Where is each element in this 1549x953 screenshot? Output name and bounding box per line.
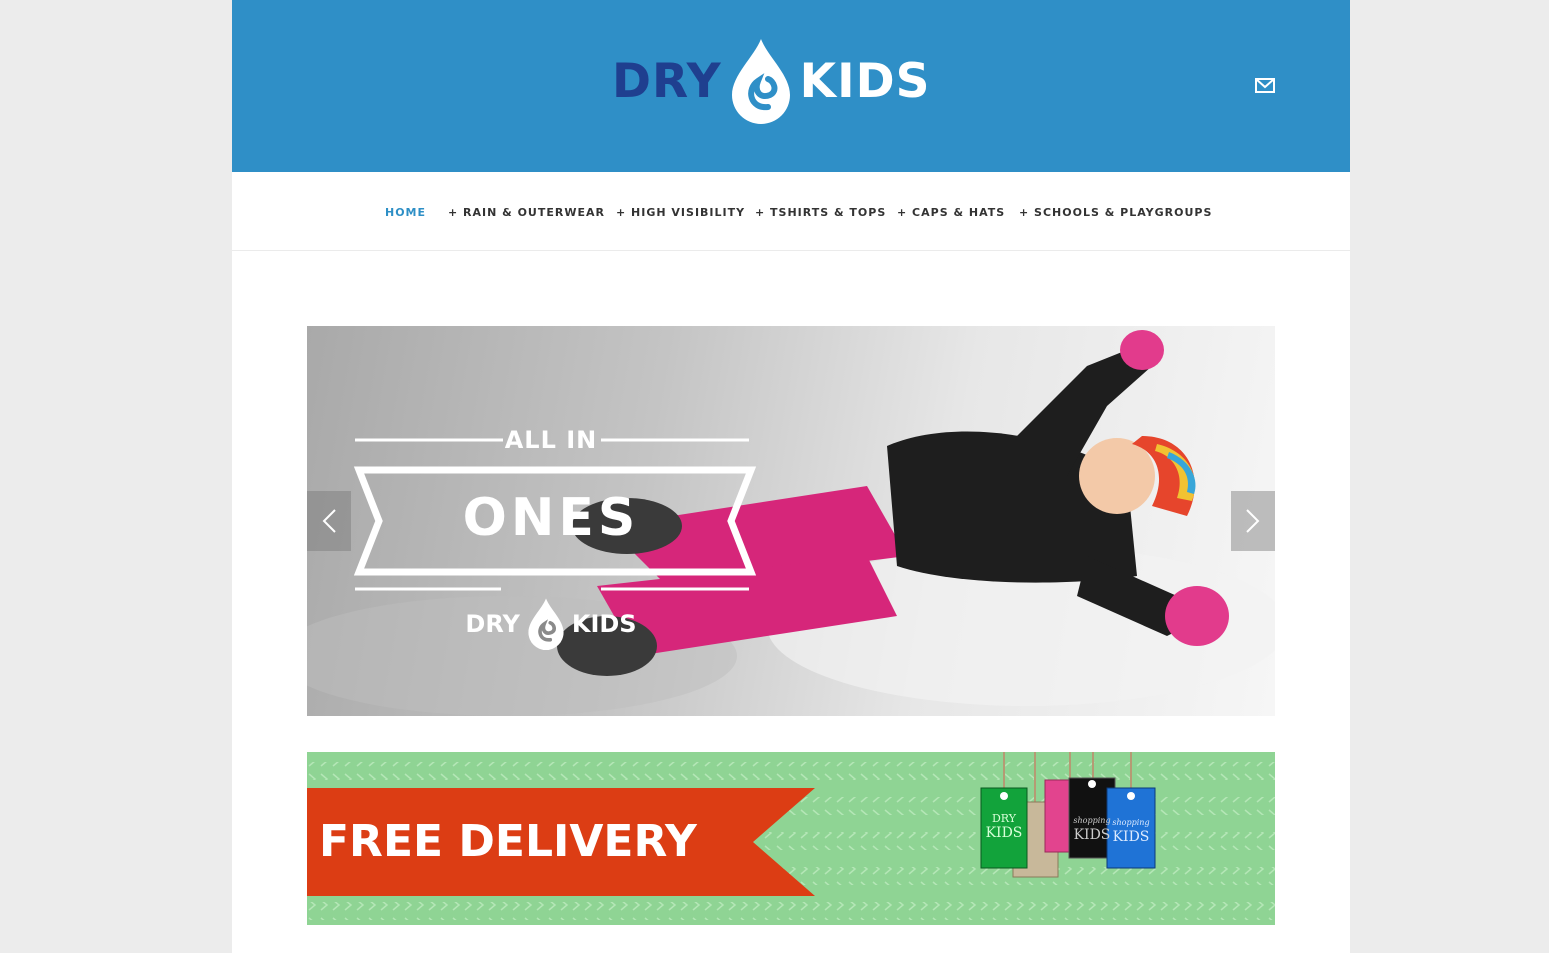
tag-green: DRY KIDS (981, 812, 1027, 840)
tag-blue: shopping KIDS (1107, 816, 1155, 844)
logo-text-kids: KIDS (799, 53, 931, 109)
tag-green-line2: KIDS (985, 825, 1023, 841)
water-drop-icon (731, 39, 790, 124)
slide-brand-dry: DRY (465, 610, 520, 638)
nav-item-home[interactable]: HOME (385, 206, 426, 219)
slide-title-line2: ONES (462, 488, 640, 548)
hero-slider[interactable]: ALL IN ONES DRY KIDS (307, 326, 1275, 716)
logo-text-dry: DRY (612, 53, 722, 109)
site-header: DRY KIDS (232, 0, 1350, 172)
tag-blue-line1: shopping (1112, 818, 1150, 827)
slide-brand-kids: KIDS (571, 610, 637, 638)
page-container: DRY KIDS HOME + RAIN & OUTERWEAR + HIGH … (232, 0, 1350, 953)
chevron-right-icon (1246, 509, 1260, 533)
tag-blue-line2: KIDS (1112, 829, 1150, 845)
promo-headline: FREE DELIVERY (319, 816, 697, 867)
water-drop-icon (528, 598, 564, 651)
slider-prev-button[interactable] (307, 491, 351, 551)
nav-item-high-visibility[interactable]: + HIGH VISIBILITY (616, 206, 745, 219)
tag-green-line1: DRY (991, 812, 1017, 825)
slide-brand-logo: DRY KIDS (351, 596, 751, 652)
slider-next-button[interactable] (1231, 491, 1275, 551)
nav-item-tshirts-tops[interactable]: + TSHIRTS & TOPS (755, 206, 886, 219)
main-nav: HOME + RAIN & OUTERWEAR + HIGH VISIBILIT… (232, 172, 1350, 251)
mail-icon[interactable] (1254, 76, 1276, 94)
slide-title-line1: ALL IN (504, 426, 598, 454)
free-delivery-banner[interactable]: DRY KIDS shopping KIDS shopping KIDS FRE… (307, 752, 1275, 925)
nav-item-rain-outerwear[interactable]: + RAIN & OUTERWEAR (448, 206, 605, 219)
site-logo[interactable]: DRY KIDS (612, 36, 968, 126)
slide-banner: ALL IN ONES DRY KIDS (351, 426, 761, 656)
nav-item-caps-hats[interactable]: + CAPS & HATS (897, 206, 1005, 219)
nav-item-schools-playgroups[interactable]: + SCHOOLS & PLAYGROUPS (1019, 206, 1212, 219)
chevron-left-icon (322, 509, 336, 533)
